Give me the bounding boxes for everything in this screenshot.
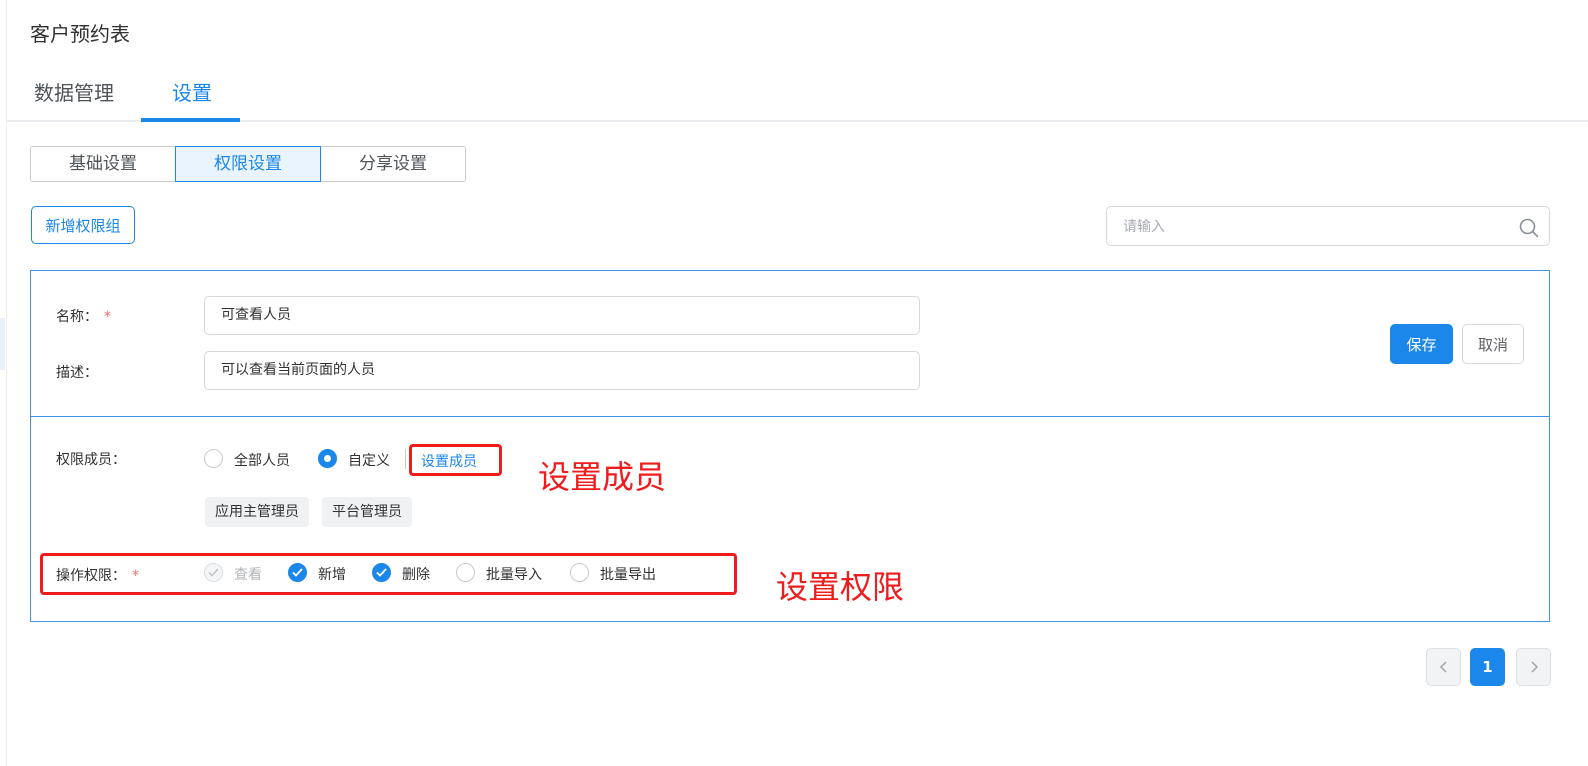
active-tab-indicator xyxy=(141,118,240,122)
tab-bar-divider xyxy=(6,120,1588,122)
tab-data-management[interactable]: 数据管理 xyxy=(34,78,114,108)
segment-share-settings[interactable]: 分享设置 xyxy=(320,146,466,182)
tab-settings[interactable]: 设置 xyxy=(172,78,212,108)
annotation-box-permissions xyxy=(40,553,737,595)
pagination-next-button[interactable] xyxy=(1516,648,1551,686)
name-label-text: 名称： xyxy=(56,309,98,325)
group-description-input[interactable]: 可以查看当前页面的人员 xyxy=(204,351,920,390)
segment-basic-settings[interactable]: 基础设置 xyxy=(30,146,176,182)
annotation-box-members xyxy=(409,444,502,476)
radio-all-members[interactable] xyxy=(204,449,223,468)
group-name-input[interactable]: 可查看人员 xyxy=(204,296,920,335)
radio-custom-members-label: 自定义 xyxy=(348,453,390,469)
annotation-text-members: 设置成员 xyxy=(538,458,667,496)
radio-all-members-label: 全部人员 xyxy=(234,453,290,469)
card-divider xyxy=(31,416,1549,417)
name-label: 名称： * xyxy=(56,306,111,326)
required-mark: * xyxy=(104,309,111,325)
search-input[interactable] xyxy=(1121,216,1505,238)
settings-segmented-control: 基础设置 权限设置 分享设置 xyxy=(30,146,466,182)
pagination-current-page[interactable]: 1 xyxy=(1470,648,1505,686)
members-separator xyxy=(405,449,406,469)
member-tag-platform-admin: 平台管理员 xyxy=(322,497,412,527)
left-gutter-marker xyxy=(0,318,5,370)
add-permission-group-button[interactable]: 新增权限组 xyxy=(31,206,135,244)
search-box xyxy=(1106,206,1550,246)
segment-permission-settings[interactable]: 权限设置 xyxy=(175,146,321,182)
description-label: 描述： xyxy=(56,365,98,381)
members-label: 权限成员： xyxy=(56,452,126,468)
pagination-prev-button[interactable] xyxy=(1426,648,1461,686)
chevron-left-icon xyxy=(1439,661,1447,673)
left-gutter-line xyxy=(6,0,7,766)
cancel-button[interactable]: 取消 xyxy=(1462,324,1524,364)
annotation-text-permissions: 设置权限 xyxy=(776,568,905,606)
radio-custom-members[interactable] xyxy=(318,449,337,468)
page-title: 客户预约表 xyxy=(30,22,130,46)
search-icon[interactable] xyxy=(1518,217,1540,239)
save-button[interactable]: 保存 xyxy=(1390,324,1453,364)
chevron-right-icon xyxy=(1530,661,1538,673)
member-tag-app-admin: 应用主管理员 xyxy=(205,497,309,527)
